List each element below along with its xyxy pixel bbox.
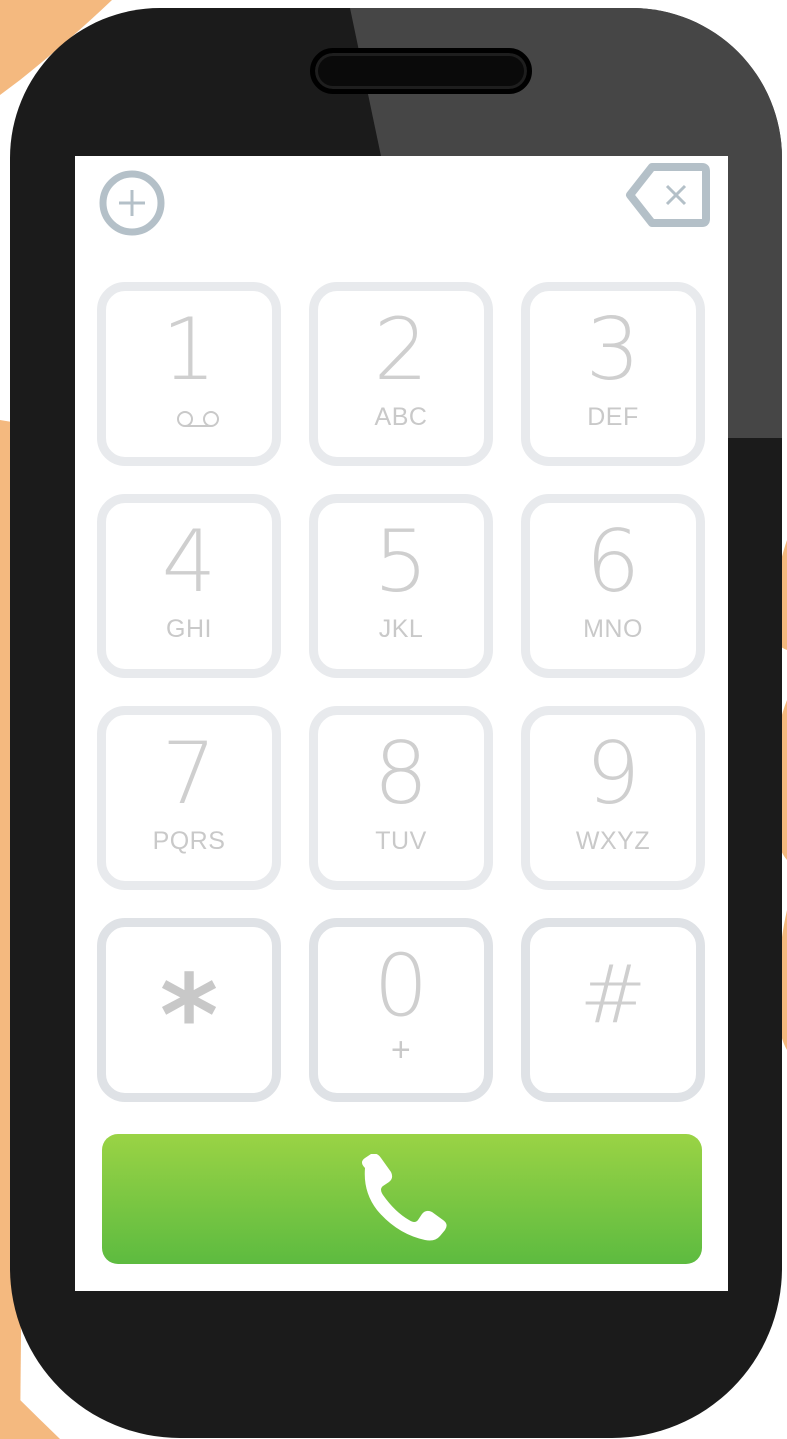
key-digit: 5 xyxy=(373,512,429,612)
key-digit: 2 xyxy=(373,300,429,400)
plus-circle-icon[interactable] xyxy=(98,169,166,237)
key-letters: + xyxy=(390,1031,412,1069)
key-9[interactable]: 9 WXYZ xyxy=(521,706,705,890)
key-6[interactable]: 6 MNO xyxy=(521,494,705,678)
key-hash[interactable]: # xyxy=(521,918,705,1102)
key-digit: 7 xyxy=(161,724,217,824)
backspace-icon[interactable] xyxy=(624,161,710,229)
key-digit: # xyxy=(579,948,647,1041)
voicemail-icon xyxy=(177,411,219,427)
phone-speaker xyxy=(310,48,532,94)
key-7[interactable]: 7 PQRS xyxy=(97,706,281,890)
key-letters: WXYZ xyxy=(575,827,651,855)
key-3[interactable]: 3 DEF xyxy=(521,282,705,466)
key-digit: 1 xyxy=(161,300,217,400)
key-letters: DEF xyxy=(587,403,639,431)
key-letters: TUV xyxy=(375,827,427,855)
key-letters: GHI xyxy=(166,615,212,643)
dialer-screen: 1 2 ABC 3 DEF 4 GHI 5 JKL 6 MNO 7 PQRS 8… xyxy=(75,156,728,1291)
key-1[interactable]: 1 xyxy=(97,282,281,466)
key-digit: 0 xyxy=(373,936,429,1036)
key-5[interactable]: 5 JKL xyxy=(309,494,493,678)
key-letters: PQRS xyxy=(152,827,226,855)
key-letters: ABC xyxy=(374,403,428,431)
key-digit: * xyxy=(159,952,219,1082)
key-letters: MNO xyxy=(583,615,643,643)
key-digit: 4 xyxy=(161,512,217,612)
key-8[interactable]: 8 TUV xyxy=(309,706,493,890)
key-digit: 3 xyxy=(585,300,641,400)
key-star[interactable]: * xyxy=(97,918,281,1102)
key-4[interactable]: 4 GHI xyxy=(97,494,281,678)
key-letters: JKL xyxy=(378,615,424,643)
call-button[interactable] xyxy=(102,1134,702,1264)
key-digit: 8 xyxy=(373,724,429,824)
key-digit: 9 xyxy=(585,724,641,824)
key-2[interactable]: 2 ABC xyxy=(309,282,493,466)
dialer-illustration: 1 2 ABC 3 DEF 4 GHI 5 JKL 6 MNO 7 PQRS 8… xyxy=(0,0,787,1439)
key-digit: 6 xyxy=(585,512,641,612)
key-0[interactable]: 0 + xyxy=(309,918,493,1102)
phone-icon xyxy=(362,1154,447,1241)
